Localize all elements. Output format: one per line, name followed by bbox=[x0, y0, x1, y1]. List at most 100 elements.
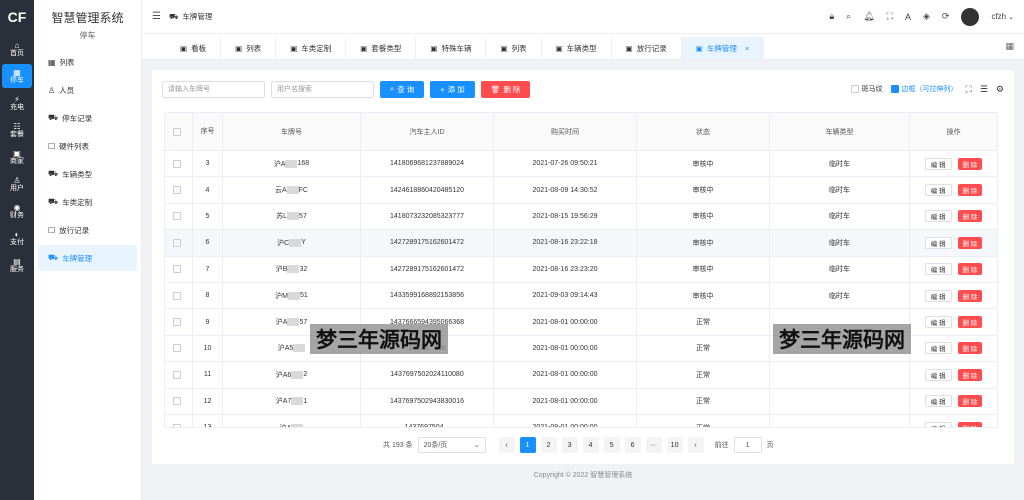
font-size-icon[interactable]: A bbox=[905, 12, 911, 22]
row-checkbox[interactable] bbox=[173, 370, 181, 379]
delete-button[interactable]: 🗑︎ 删 除 bbox=[480, 80, 531, 98]
rail-item[interactable]: ☷ 套餐 bbox=[2, 118, 32, 142]
stripe-toggle[interactable]: 斑马纹 bbox=[850, 84, 883, 94]
row-delete-button[interactable]: 删 除 bbox=[957, 157, 983, 170]
table-row[interactable]: 7 沪B 32 1427289175162601472 2021-08-16 23… bbox=[165, 256, 997, 283]
theme-icon[interactable]: ◈ bbox=[923, 11, 930, 22]
table-row[interactable]: 11 沪A6 2 1437697502024110080 2021-08-01 0… bbox=[165, 362, 997, 389]
chevron-down-icon[interactable]: ⌄ bbox=[1008, 13, 1014, 21]
density-icon[interactable]: ☰ bbox=[980, 84, 988, 95]
row-delete-button[interactable]: 删 除 bbox=[957, 210, 983, 223]
tab[interactable]: ▣ 特殊车辆 bbox=[416, 37, 487, 59]
fullscreen-icon[interactable]: ⛶ bbox=[966, 84, 972, 95]
prev-page-button[interactable]: ‹ bbox=[498, 437, 515, 453]
edit-button[interactable]: 编 辑 bbox=[924, 342, 952, 355]
edit-button[interactable]: 编 辑 bbox=[924, 236, 952, 249]
tab[interactable]: ▣ 放行记录 bbox=[612, 37, 682, 59]
table-row[interactable]: 8 沪M 51 1433599168892153856 2021-09-03 09… bbox=[165, 282, 997, 310]
rail-item[interactable]: ⚡ 充电 bbox=[2, 91, 32, 115]
settings-icon[interactable]: ⚙ bbox=[996, 84, 1004, 95]
search-icon[interactable]: ⌕ bbox=[846, 11, 851, 22]
tab[interactable]: ▣ 车牌管理 × bbox=[681, 37, 765, 59]
sidebar-item[interactable]: ⛟ 车类定制 bbox=[38, 189, 137, 215]
table-row[interactable]: 13 沪A 1437697504... 2021-08-01 00:00:00 … bbox=[165, 414, 997, 427]
row-delete-button[interactable]: 删 除 bbox=[957, 342, 983, 355]
add-button[interactable]: + 添 加 bbox=[430, 80, 475, 98]
sidebar-item[interactable]: ☐ 放行记录 bbox=[38, 217, 137, 243]
plate-search-input[interactable]: 请输入车牌号 bbox=[162, 80, 265, 98]
rail-item[interactable]: ♙ 用户 bbox=[2, 172, 32, 196]
row-checkbox[interactable] bbox=[173, 186, 181, 195]
lock-icon[interactable]: 🔒︎ bbox=[829, 11, 834, 22]
rail-item[interactable]: ▤ 服务 bbox=[2, 253, 32, 277]
sidebar-item[interactable]: ⛟ 车牌管理 bbox=[38, 245, 137, 271]
border-checkbox[interactable] bbox=[890, 85, 899, 94]
row-delete-button[interactable]: 删 除 bbox=[957, 421, 983, 427]
sidebar-item[interactable]: ▦ 列表 bbox=[38, 49, 137, 75]
table-row[interactable]: 5 苏L 57 1418073232085323777 2021-08-15 19… bbox=[165, 203, 997, 231]
row-delete-button[interactable]: 删 除 bbox=[957, 236, 983, 249]
row-checkbox[interactable] bbox=[173, 238, 181, 247]
row-checkbox[interactable] bbox=[173, 344, 181, 353]
row-checkbox[interactable] bbox=[173, 318, 181, 327]
next-page-button[interactable]: › bbox=[687, 437, 704, 453]
edit-button[interactable]: 编 辑 bbox=[924, 157, 952, 170]
edit-button[interactable]: 编 辑 bbox=[924, 210, 952, 223]
edit-button[interactable]: 编 辑 bbox=[924, 421, 952, 427]
table-row[interactable]: 6 沪C Y 1427289175162601472 2021-08-16 23:… bbox=[165, 230, 997, 257]
edit-button[interactable]: 编 辑 bbox=[924, 184, 952, 197]
rail-item[interactable]: ◐ 支付 bbox=[2, 226, 32, 250]
row-delete-button[interactable]: 删 除 bbox=[957, 289, 983, 302]
tab[interactable]: ▣ 车类定制 bbox=[276, 37, 347, 59]
row-checkbox[interactable] bbox=[173, 212, 181, 221]
row-delete-button[interactable]: 删 除 bbox=[957, 316, 983, 329]
border-toggle[interactable]: 边框（可拉伸列） bbox=[890, 84, 958, 94]
rail-item[interactable]: ◉ 财务 bbox=[2, 199, 32, 223]
row-checkbox[interactable] bbox=[173, 159, 181, 168]
tab[interactable]: ▣ 列表 bbox=[486, 37, 542, 59]
sidebar-item[interactable]: ⛟ 停车记录 bbox=[38, 105, 137, 131]
rail-item[interactable]: ▣ 商家 bbox=[2, 145, 32, 169]
refresh-icon[interactable]: ⟳ bbox=[942, 11, 950, 22]
edit-button[interactable]: 编 辑 bbox=[924, 368, 952, 381]
tab[interactable]: ▣ 套餐类型 bbox=[346, 37, 417, 59]
avatar[interactable] bbox=[961, 7, 980, 26]
page-button[interactable]: 6 bbox=[624, 437, 641, 453]
page-button[interactable]: 5 bbox=[603, 437, 620, 453]
rail-item[interactable]: ▦ 停车 bbox=[2, 64, 32, 88]
stripe-checkbox[interactable] bbox=[850, 85, 859, 94]
table-row[interactable]: 4 云A FC 1424618860420485120 2021-08-09 14… bbox=[165, 177, 997, 204]
page-button[interactable]: 4 bbox=[582, 437, 599, 453]
page-button[interactable]: 10 bbox=[666, 437, 683, 453]
user-search-input[interactable]: 用户名搜索 bbox=[271, 80, 374, 98]
table-row[interactable]: 3 沪A 168 1418069681237889024 2021-07-26 0… bbox=[165, 151, 997, 178]
sidebar-item[interactable]: ⛟ 车辆类型 bbox=[38, 161, 137, 187]
username[interactable]: cfzh bbox=[991, 12, 1006, 21]
edit-button[interactable]: 编 辑 bbox=[924, 395, 952, 408]
page-button[interactable]: 1 bbox=[519, 437, 536, 453]
sidebar-item[interactable]: ☐ 硬件列表 bbox=[38, 133, 137, 159]
page-size-select[interactable]: 20条/页 ⌄ bbox=[417, 437, 486, 453]
close-icon[interactable]: × bbox=[745, 44, 749, 53]
bell-icon[interactable]: 🔔︎ bbox=[863, 11, 874, 22]
row-delete-button[interactable]: 删 除 bbox=[957, 263, 983, 276]
sidebar-item[interactable]: ♙ 人员 bbox=[38, 77, 137, 103]
row-delete-button[interactable]: 删 除 bbox=[957, 395, 983, 408]
page-button[interactable]: 2 bbox=[540, 437, 557, 453]
menu-fold-icon[interactable]: ☰ bbox=[152, 11, 161, 22]
page-button[interactable]: 3 bbox=[561, 437, 578, 453]
grid-icon[interactable]: ▦ bbox=[1005, 41, 1014, 52]
more-pages-button[interactable]: ··· bbox=[645, 437, 662, 453]
row-checkbox[interactable] bbox=[173, 291, 181, 300]
fullscreen-icon[interactable]: ⛶ bbox=[887, 11, 893, 22]
row-checkbox[interactable] bbox=[173, 423, 181, 427]
edit-button[interactable]: 编 辑 bbox=[924, 316, 952, 329]
edit-button[interactable]: 编 辑 bbox=[924, 289, 952, 302]
select-all-checkbox[interactable] bbox=[173, 127, 181, 136]
row-delete-button[interactable]: 删 除 bbox=[957, 184, 983, 197]
table-row[interactable]: 12 沪A7 1 1437697502943830016 2021-08-01 0… bbox=[165, 388, 997, 415]
tab[interactable]: ▣ 列表 bbox=[221, 37, 277, 59]
row-checkbox[interactable] bbox=[173, 265, 181, 274]
rail-item[interactable]: ⌂ 首页 bbox=[2, 37, 32, 61]
edit-button[interactable]: 编 辑 bbox=[924, 263, 952, 276]
